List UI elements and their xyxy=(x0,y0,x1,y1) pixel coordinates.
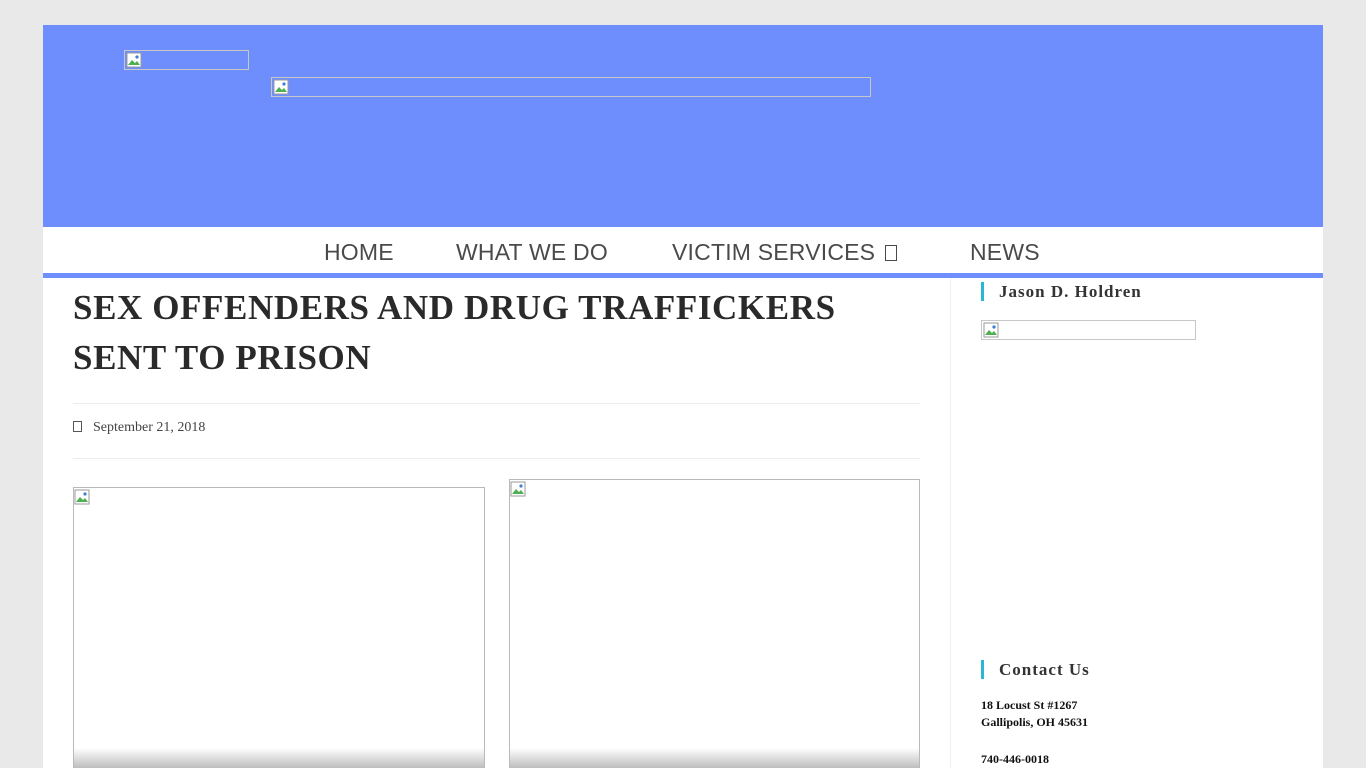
contact-address-line: Gallipolis, OH 45631 xyxy=(981,715,1089,729)
site-banner-image[interactable] xyxy=(271,77,871,97)
broken-image-icon xyxy=(74,489,90,505)
photo-shadow xyxy=(510,748,919,768)
broken-image-icon xyxy=(510,481,526,497)
nav-item-home[interactable]: HOME xyxy=(324,239,394,266)
broken-image-icon xyxy=(126,52,142,68)
divider xyxy=(73,458,920,459)
widget-title-contact-us: Contact Us xyxy=(981,660,1090,679)
article-title: SEX OFFENDERS AND DRUG TRAFFICKERS SENT … xyxy=(73,288,836,377)
nav-item-news[interactable]: NEWS xyxy=(970,239,1040,266)
site-logo[interactable] xyxy=(124,50,249,70)
article-meta: September 21, 2018 xyxy=(73,420,205,436)
broken-image-icon xyxy=(983,322,999,338)
page: HOME WHAT WE DO VICTIM SERVICES NEWS SEX… xyxy=(43,25,1323,768)
contact-phone[interactable]: 740-446-0018 xyxy=(981,751,1049,768)
widget-title-jason-holdren: Jason D. Holdren xyxy=(981,282,1142,301)
main-navigation: HOME WHAT WE DO VICTIM SERVICES NEWS xyxy=(43,227,1323,278)
nav-item-what-we-do[interactable]: WHAT WE DO xyxy=(456,239,608,266)
nav-item-label: VICTIM SERVICES xyxy=(672,239,876,265)
chevron-down-icon[interactable] xyxy=(885,245,898,261)
sidebar-portrait-image[interactable] xyxy=(981,320,1196,340)
sidebar-divider xyxy=(950,278,951,768)
calendar-icon xyxy=(73,421,82,432)
site-header xyxy=(43,25,1323,227)
contact-address-line: 18 Locust St #1267 xyxy=(981,698,1078,712)
broken-image-icon xyxy=(273,79,289,95)
photo-shadow xyxy=(74,748,484,768)
article-photo[interactable] xyxy=(73,487,485,768)
divider xyxy=(73,403,920,404)
article-photo[interactable] xyxy=(509,479,920,768)
article-date: September 21, 2018 xyxy=(93,420,206,435)
nav-item-victim-services[interactable]: VICTIM SERVICES xyxy=(672,239,898,266)
